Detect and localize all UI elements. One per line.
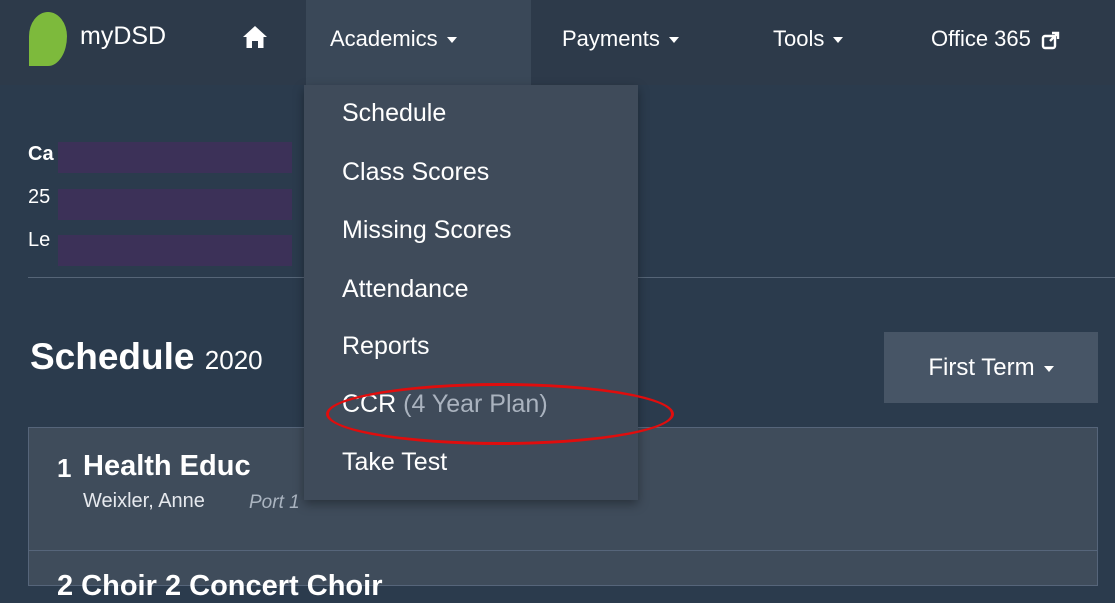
redaction-bar (58, 235, 292, 266)
student-school: Le (28, 229, 51, 251)
menu-item-missing-scores[interactable]: Missing Scores (342, 216, 512, 245)
redaction-bar (58, 142, 292, 173)
external-link-icon (1041, 31, 1060, 49)
caret-down-icon (446, 37, 457, 44)
caret-down-icon (833, 37, 844, 44)
menu-item-ccr-label: CCR (342, 390, 397, 418)
caret-down-icon (668, 37, 679, 44)
class-name[interactable]: 2 Choir 2 Concert Choir (57, 570, 383, 603)
caret-down-icon (1043, 365, 1054, 372)
class-teacher: Weixler, Anne (83, 490, 205, 512)
menu-item-schedule[interactable]: Schedule (342, 99, 446, 128)
nav-tools-label: Tools (773, 26, 825, 51)
top-navbar: myDSD Academics Payments Tools Office 36… (0, 0, 1115, 85)
student-name: Ca (28, 143, 54, 165)
class-divider (29, 550, 1097, 551)
menu-item-attendance[interactable]: Attendance (342, 275, 469, 304)
nav-office365-label: Office 365 (931, 26, 1031, 51)
mydsd-logo-icon[interactable] (29, 12, 67, 66)
schedule-title: Schedule (30, 336, 195, 377)
nav-academics-label: Academics (330, 26, 438, 51)
nav-payments[interactable]: Payments (562, 0, 679, 85)
menu-item-reports[interactable]: Reports (342, 332, 430, 361)
class-period: 1 (57, 453, 72, 483)
menu-item-class-scores[interactable]: Class Scores (342, 158, 489, 187)
brand-name[interactable]: myDSD (80, 22, 166, 51)
nav-tools[interactable]: Tools (773, 0, 844, 85)
redaction-bar (58, 189, 292, 220)
class-room: Port 1 (249, 492, 300, 513)
term-label: First Term (928, 354, 1035, 381)
menu-item-ccr-suffix: (4 Year Plan) (396, 390, 548, 418)
nav-payments-label: Payments (562, 26, 660, 51)
page-title: Schedule 2020 (30, 336, 263, 378)
class-name[interactable]: Health Educ (83, 450, 251, 483)
menu-item-take-test[interactable]: Take Test (342, 448, 447, 477)
menu-item-ccr[interactable]: CCR (4 Year Plan) (342, 390, 548, 419)
nav-office365[interactable]: Office 365 (931, 0, 1060, 85)
academics-dropdown-menu: Schedule Class Scores Missing Scores Att… (304, 85, 638, 500)
student-email: 25 (28, 186, 51, 208)
nav-academics[interactable]: Academics (306, 0, 531, 85)
schedule-year: 2020 (204, 345, 263, 375)
term-select-button[interactable]: First Term (884, 332, 1098, 403)
home-icon[interactable] (241, 24, 269, 50)
